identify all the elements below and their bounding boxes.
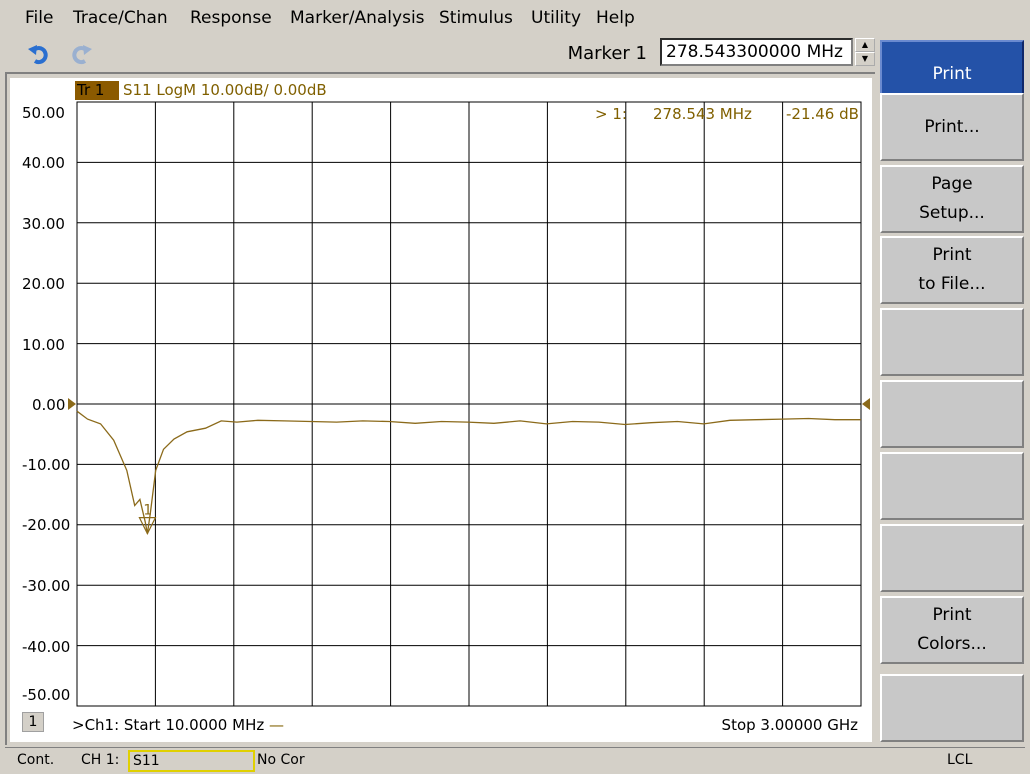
- spin-down-button[interactable]: ▼: [855, 52, 875, 66]
- status-measurement[interactable]: S11: [128, 750, 255, 772]
- menu-trace-chan[interactable]: Trace/Chan: [73, 8, 168, 28]
- menu-help[interactable]: Help: [596, 8, 635, 28]
- softkey-8[interactable]: [880, 524, 1024, 592]
- reference-level-marker-right: [862, 398, 870, 410]
- softkey-label: Page: [931, 174, 973, 194]
- softkey-panel: Print Print... Page Setup... Print to File...…: [878, 38, 1026, 746]
- channel-badge[interactable]: 1: [22, 712, 44, 732]
- marker-label: Marker 1: [567, 43, 647, 64]
- softkey-4[interactable]: Print to File...: [880, 236, 1024, 304]
- marker-frequency-input[interactable]: [660, 38, 853, 66]
- softkey-label: to File...: [918, 274, 986, 294]
- trace-plot[interactable]: 1: [10, 78, 872, 742]
- softkey-label: Print: [932, 605, 972, 625]
- softkey-label: Setup...: [919, 203, 985, 223]
- menu-response[interactable]: Response: [190, 8, 272, 28]
- menu-file[interactable]: File: [25, 8, 53, 28]
- status-channel: CH 1:: [81, 752, 120, 768]
- spin-up-button[interactable]: ▲: [855, 38, 875, 52]
- y-tick-label: -30.00: [22, 577, 71, 595]
- marker-readout-value: -21.46 dB: [786, 105, 859, 123]
- marker-readout-id: > 1:: [595, 105, 627, 123]
- menu-bar: File Trace/Chan Response Marker/Analysis…: [0, 0, 1030, 36]
- softkey-label: Print...: [924, 116, 980, 137]
- softkey-label: Print: [932, 245, 972, 265]
- marker-spinner: ▲ ▼: [855, 38, 875, 66]
- y-tick-label: 20.00: [22, 275, 65, 293]
- plot-area[interactable]: 1: [10, 78, 872, 742]
- softkey-7[interactable]: [880, 452, 1024, 520]
- y-tick-label: 40.00: [22, 154, 65, 172]
- toolbar: Marker 1 ▲ ▼: [5, 36, 875, 72]
- softkey-label: Print: [932, 63, 972, 84]
- redo-arrow-icon[interactable]: [67, 41, 93, 67]
- y-tick-label: 50.00: [22, 104, 65, 122]
- correction-status: No Cor: [257, 752, 305, 768]
- y-tick-label: 0.00: [32, 396, 66, 414]
- softkey-label: Colors...: [917, 634, 987, 654]
- start-frequency-label: >Ch1: Start 10.0000 MHz —: [72, 716, 284, 734]
- y-tick-label: -40.00: [22, 638, 71, 656]
- marker-1-label: 1: [143, 503, 152, 519]
- stop-frequency-label: Stop 3.00000 GHz: [721, 716, 858, 734]
- softkey-2[interactable]: Print...: [880, 93, 1024, 161]
- y-tick-label: -50.00: [22, 686, 71, 704]
- softkey-6[interactable]: [880, 380, 1024, 448]
- y-tick-label: 30.00: [22, 215, 65, 233]
- remote-status: LCL: [947, 752, 973, 768]
- y-tick-label: 10.00: [22, 336, 65, 354]
- y-tick-label: -10.00: [22, 456, 71, 474]
- marker-readout-frequency: 278.543 MHz: [653, 105, 752, 123]
- trace-badge[interactable]: Tr 1: [75, 81, 119, 100]
- menu-utility[interactable]: Utility: [531, 8, 581, 28]
- status-bar: Cont. CH 1: S11 No Cor LCL: [5, 747, 1025, 772]
- trace-format-info: S11 LogM 10.00dB/ 0.00dB: [123, 81, 327, 99]
- softkey-3[interactable]: Page Setup...: [880, 165, 1024, 233]
- undo-arrow-icon[interactable]: [27, 41, 53, 67]
- softkey-10[interactable]: [880, 674, 1024, 742]
- menu-stimulus[interactable]: Stimulus: [439, 8, 513, 28]
- y-tick-label: -20.00: [22, 516, 71, 534]
- menu-marker-analysis[interactable]: Marker/Analysis: [290, 8, 425, 28]
- sweep-mode: Cont.: [17, 752, 55, 768]
- softkey-9[interactable]: Print Colors...: [880, 596, 1024, 664]
- softkey-5[interactable]: [880, 308, 1024, 376]
- vna-window: File Trace/Chan Response Marker/Analysis…: [0, 0, 1030, 774]
